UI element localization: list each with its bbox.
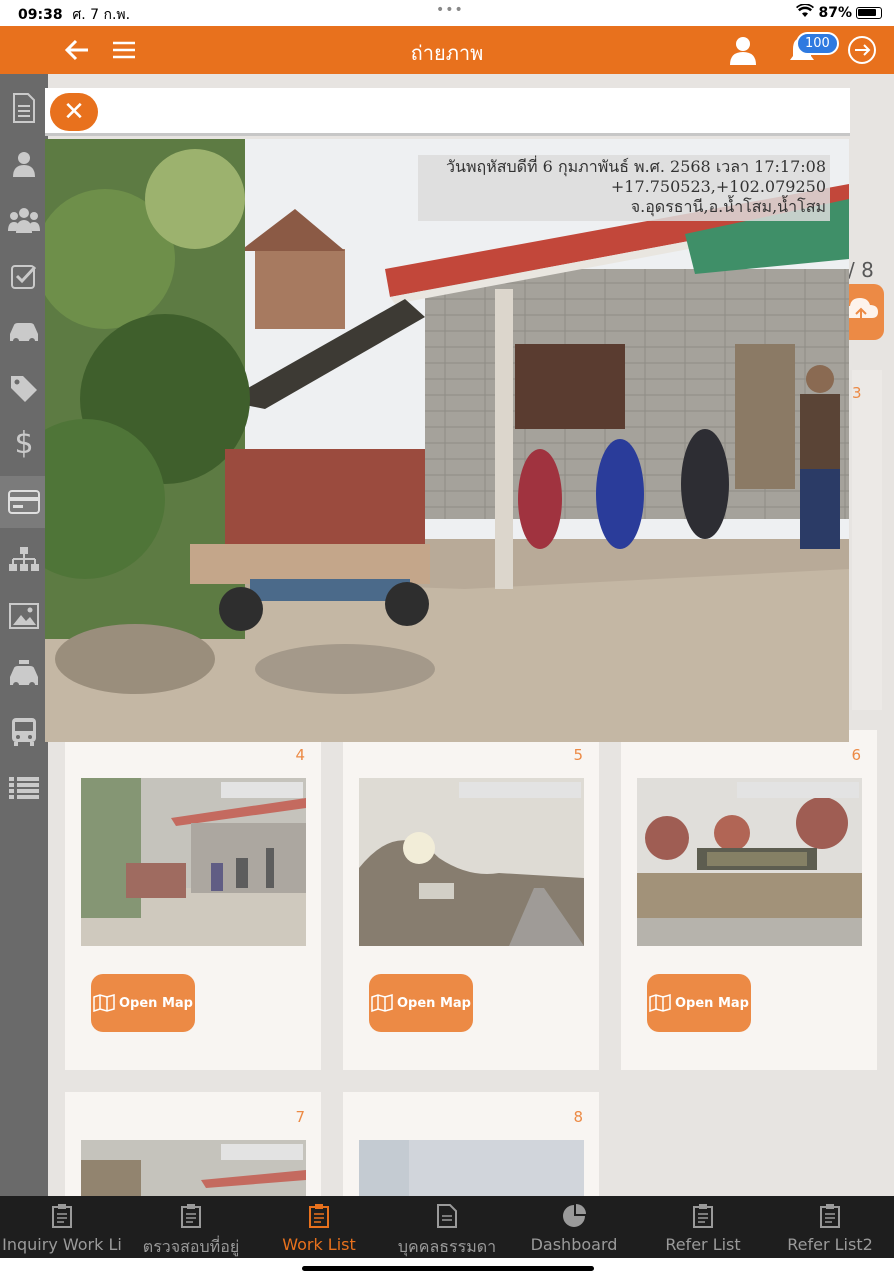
tab-label: บุคคลธรรมดา [397, 1237, 497, 1256]
tab-dashboard[interactable]: Dashboard [514, 1196, 634, 1258]
profile-icon[interactable] [728, 34, 758, 74]
clipboard-icon [0, 1204, 124, 1235]
tab-label: Inquiry Work Li [2, 1235, 122, 1254]
tab-inquiry-work-list[interactable]: Inquiry Work Li [0, 1196, 124, 1258]
status-time: 09:38 ศ. 7 ก.พ. [18, 7, 131, 23]
app-header: ถ่ายภาพ [0, 26, 894, 74]
photo-preview [45, 139, 849, 742]
home-indicator[interactable] [302, 1266, 594, 1271]
tab-refer-list[interactable]: Refer List [640, 1196, 766, 1258]
battery-percent: 87% [818, 5, 852, 21]
caption-coordinates: +17.750523,+102.079250 [610, 177, 826, 196]
caption-datetime: วันพฤหัสบดีที่ 6 กุมภาพันธ์ พ.ศ. 2568 เว… [446, 157, 826, 176]
wifi-icon [796, 3, 815, 22]
page-title: ถ่ายภาพ [410, 41, 484, 65]
tab-label: Work List [282, 1235, 356, 1254]
clipboard-icon [124, 1204, 258, 1235]
tab-label: ตรวจสอบที่อยู่ [142, 1237, 240, 1256]
tab-label: Refer List2 [787, 1235, 873, 1254]
pie-chart-icon [514, 1204, 634, 1235]
clipboard-icon [258, 1204, 380, 1235]
close-icon: ✕ [63, 97, 85, 127]
battery-icon [856, 7, 882, 19]
tab-refer-list2[interactable]: Refer List2 [766, 1196, 894, 1258]
photo-caption: วันพฤหัสบดีที่ 6 กุมภาพันธ์ พ.ศ. 2568 เว… [418, 155, 830, 221]
tab-address-check[interactable]: ตรวจสอบที่อยู่ [124, 1196, 258, 1258]
caption-location: จ.อุดรธานี,อ.น้ำโสม,น้ำโสม [630, 197, 826, 216]
photo-modal-header [45, 88, 850, 136]
close-button[interactable]: ✕ [50, 93, 98, 131]
tab-label: Dashboard [530, 1235, 618, 1254]
notification-badge: 100 [796, 32, 839, 55]
clipboard-icon [766, 1204, 894, 1235]
tab-work-list[interactable]: Work List [258, 1196, 380, 1258]
tab-individual[interactable]: บุคคลธรรมดา [380, 1196, 514, 1258]
tab-label: Refer List [665, 1235, 741, 1254]
bottom-tab-bar: Inquiry Work Li ตรวจสอบที่อยู่ Work List… [0, 1196, 894, 1258]
status-bar: 09:38 ศ. 7 ก.พ. ••• 87% [0, 0, 894, 26]
document-icon [380, 1204, 514, 1235]
status-right: 87% [796, 3, 882, 22]
app-root: 09:38 ศ. 7 ก.พ. ••• 87% ถ่ายภาพ 100 $ 3 … [0, 0, 894, 1280]
logout-icon[interactable] [846, 34, 878, 74]
multitask-dots[interactable]: ••• [436, 2, 464, 18]
photo-image [45, 139, 849, 742]
clipboard-icon [640, 1204, 766, 1235]
